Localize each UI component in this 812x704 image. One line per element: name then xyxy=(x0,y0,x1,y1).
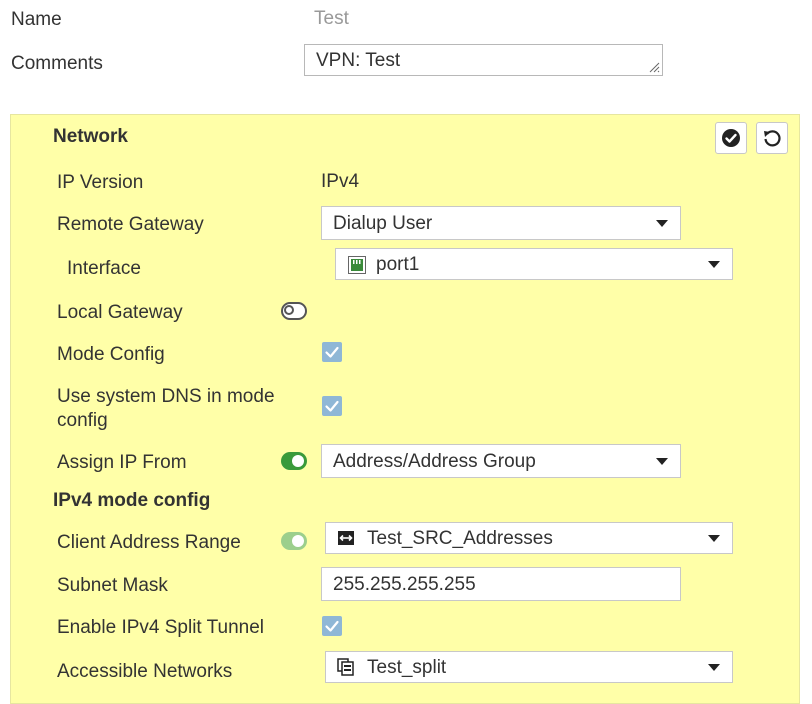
network-port-icon xyxy=(348,256,366,274)
comments-label: Comments xyxy=(11,53,103,74)
subnet-mask-value: 255.255.255.255 xyxy=(333,574,476,595)
network-panel xyxy=(10,114,800,704)
accessible-networks-value: Test_split xyxy=(367,657,447,678)
revert-button[interactable] xyxy=(756,122,788,154)
apply-button[interactable] xyxy=(715,122,747,154)
split-tunnel-checkbox[interactable] xyxy=(322,616,342,636)
checkmark-icon xyxy=(325,620,339,632)
remote-gateway-label: Remote Gateway xyxy=(57,214,204,235)
assign-ip-select[interactable]: Address/Address Group xyxy=(321,444,681,478)
remote-gateway-value: Dialup User xyxy=(333,213,433,234)
system-dns-label-line1: Use system DNS in mode xyxy=(57,386,275,407)
interface-value: port1 xyxy=(376,254,420,275)
accessible-networks-label: Accessible Networks xyxy=(57,661,233,682)
interface-label: Interface xyxy=(67,258,141,279)
chevron-down-icon xyxy=(708,535,720,542)
undo-icon xyxy=(764,130,781,147)
local-gateway-toggle[interactable] xyxy=(281,302,307,320)
chevron-down-icon xyxy=(708,261,720,268)
interface-select[interactable]: port1 xyxy=(335,248,733,280)
network-section-title: Network xyxy=(53,126,128,147)
comments-text: VPN: Test xyxy=(316,50,401,71)
comments-textarea[interactable]: VPN: Test xyxy=(304,44,663,76)
subnet-mask-input[interactable]: 255.255.255.255 xyxy=(321,567,681,601)
ip-version-label: IP Version xyxy=(57,172,144,193)
system-dns-label-line2: config xyxy=(57,410,108,431)
name-label: Name xyxy=(11,9,62,30)
name-value: Test xyxy=(314,8,349,29)
checkmark-icon xyxy=(325,346,339,358)
assign-ip-value: Address/Address Group xyxy=(333,451,536,472)
resize-grip-icon[interactable] xyxy=(648,61,660,73)
address-range-icon xyxy=(338,531,354,545)
address-group-icon xyxy=(337,658,354,676)
client-range-toggle[interactable] xyxy=(281,532,307,550)
chevron-down-icon xyxy=(656,220,668,227)
subnet-mask-label: Subnet Mask xyxy=(57,575,168,596)
mode-config-checkbox[interactable] xyxy=(322,342,342,362)
checkmark-icon xyxy=(325,400,339,412)
assign-ip-label: Assign IP From xyxy=(57,452,187,473)
ipv4-mode-config-title: IPv4 mode config xyxy=(53,490,211,511)
client-range-label: Client Address Range xyxy=(57,532,241,553)
local-gateway-label: Local Gateway xyxy=(57,302,183,323)
assign-ip-toggle[interactable] xyxy=(281,452,307,470)
split-tunnel-label: Enable IPv4 Split Tunnel xyxy=(57,617,265,638)
mode-config-label: Mode Config xyxy=(57,344,165,365)
chevron-down-icon xyxy=(708,664,720,671)
check-circle-icon xyxy=(722,129,740,147)
system-dns-checkbox[interactable] xyxy=(322,396,342,416)
ip-version-value: IPv4 xyxy=(321,171,360,192)
client-range-value: Test_SRC_Addresses xyxy=(367,528,553,549)
client-range-select[interactable]: Test_SRC_Addresses xyxy=(325,522,733,554)
remote-gateway-select[interactable]: Dialup User xyxy=(321,206,681,240)
accessible-networks-select[interactable]: Test_split xyxy=(325,651,733,683)
chevron-down-icon xyxy=(656,458,668,465)
